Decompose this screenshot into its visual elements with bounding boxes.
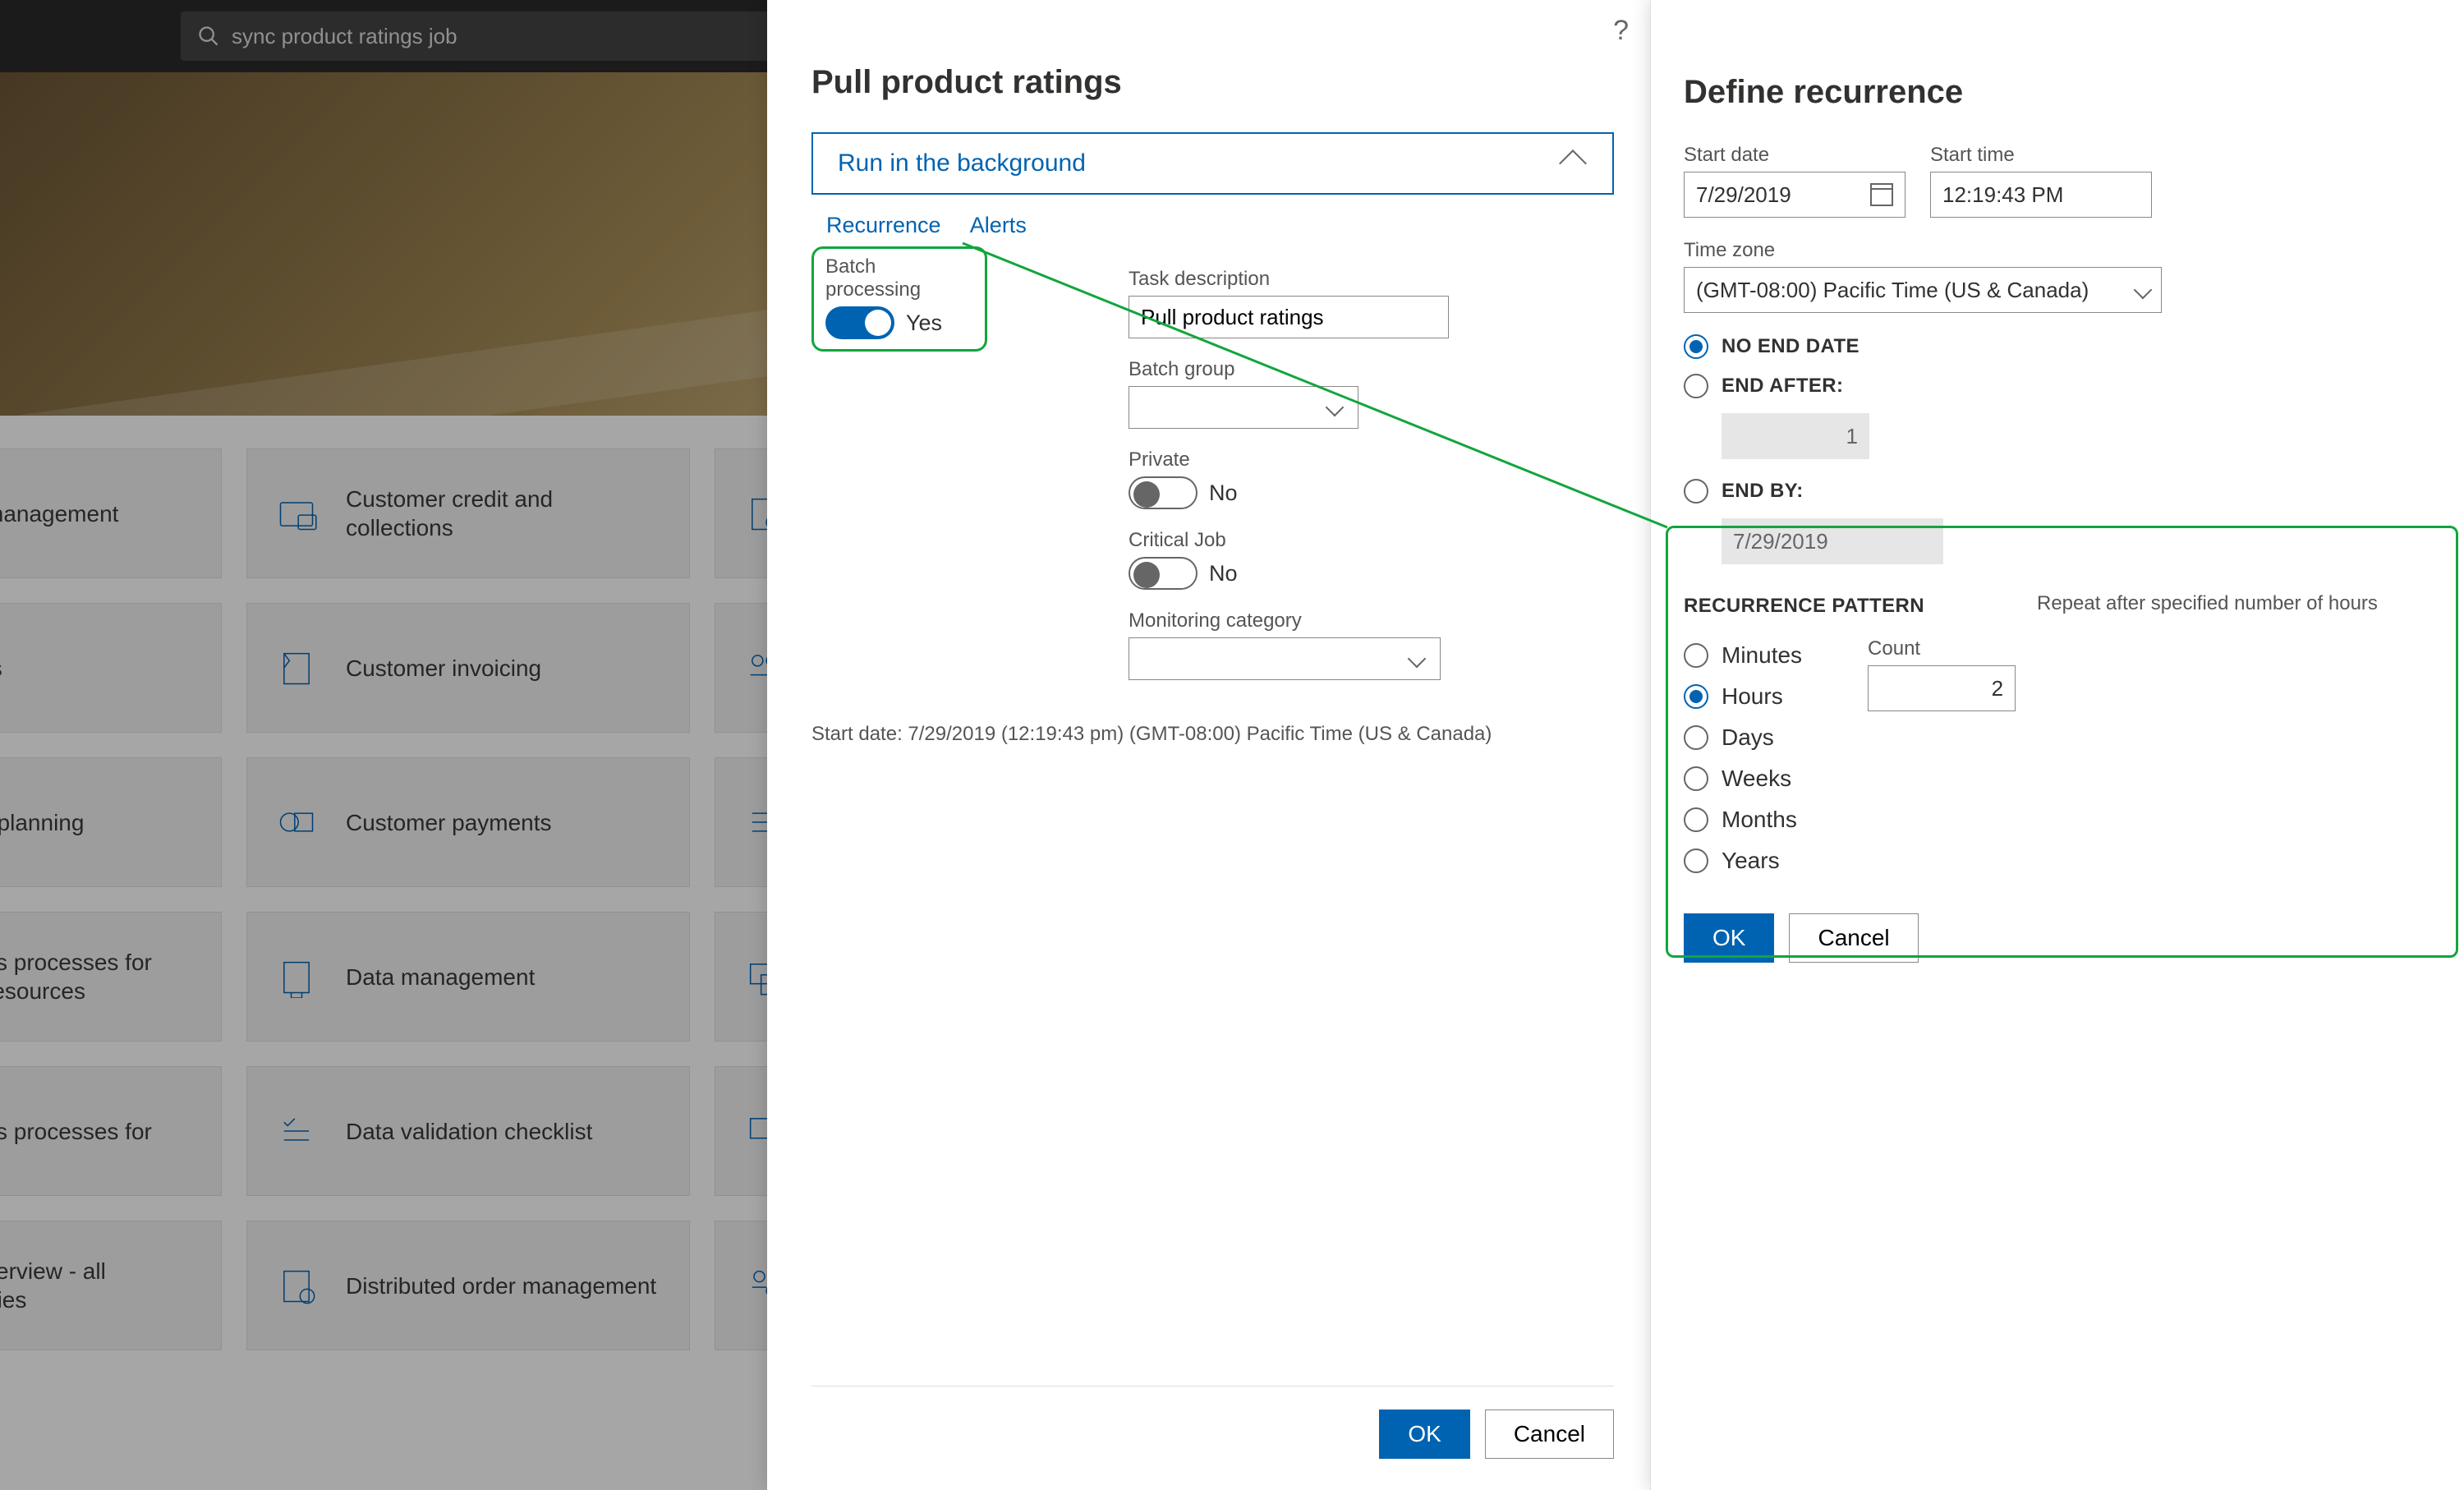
end-by-date: 7/29/2019: [1722, 518, 1943, 564]
start-date-info: Start date: 7/29/2019 (12:19:43 pm) (GMT…: [811, 723, 1492, 746]
radio-unit-weeks[interactable]: [1684, 766, 1708, 791]
batch-group-label: Batch group: [1129, 358, 1605, 381]
expander-label: Run in the background: [838, 149, 1086, 177]
link-alerts[interactable]: Alerts: [970, 213, 1027, 237]
toggle-critical-value: No: [1209, 561, 1238, 586]
radio-unit-minutes[interactable]: [1684, 643, 1708, 668]
unit-label: Weeks: [1722, 766, 1791, 792]
cancel-button[interactable]: Cancel: [1789, 913, 1918, 963]
task-description-input[interactable]: [1129, 296, 1449, 338]
toggle-private-value: No: [1209, 481, 1238, 506]
tab-links: Recurrence Alerts: [826, 213, 1614, 238]
unit-label: Minutes: [1722, 642, 1802, 669]
toggle-private[interactable]: [1129, 476, 1198, 509]
timezone-label: Time zone: [1684, 239, 2431, 262]
monitoring-category-label: Monitoring category: [1129, 609, 1605, 632]
link-recurrence[interactable]: Recurrence: [826, 213, 941, 237]
recurrence-unit-weeks[interactable]: Weeks: [1684, 766, 1802, 792]
unit-label: Years: [1722, 848, 1780, 874]
recurrence-unit-years[interactable]: Years: [1684, 848, 1802, 874]
private-label: Private: [1129, 448, 1605, 471]
end-after-option[interactable]: END AFTER:: [1684, 374, 2431, 398]
chevron-down-icon: [1408, 650, 1427, 669]
start-time-value: 12:19:43 PM: [1942, 182, 2063, 208]
recurrence-unit-months[interactable]: Months: [1684, 807, 1802, 833]
radio-end-by[interactable]: [1684, 479, 1708, 504]
start-time-input[interactable]: 12:19:43 PM: [1930, 172, 2152, 218]
batch-processing-label: Batch processing: [825, 255, 973, 301]
radio-end-after[interactable]: [1684, 374, 1708, 398]
unit-label: Days: [1722, 724, 1774, 751]
recurrence-hint: Repeat after specified number of hours: [2037, 592, 2378, 615]
end-none-option[interactable]: NO END DATE: [1684, 334, 2431, 359]
background-form: Task description Batch group Private No …: [1129, 268, 1605, 700]
recurrence-unit-days[interactable]: Days: [1684, 724, 1802, 751]
panel-title: Define recurrence: [1684, 74, 2431, 111]
recurrence-unit-minutes[interactable]: Minutes: [1684, 642, 1802, 669]
start-date-label: Start date: [1684, 144, 1905, 167]
calendar-icon: [1870, 183, 1893, 206]
ok-button[interactable]: OK: [1684, 913, 1774, 963]
radio-unit-years[interactable]: [1684, 848, 1708, 873]
count-input[interactable]: 2: [1868, 665, 2016, 711]
unit-label: Hours: [1722, 683, 1783, 710]
panel-pull-product-ratings: ? Pull product ratings Run in the backgr…: [767, 0, 1650, 1490]
panel-footer: OK Cancel: [811, 1386, 1614, 1459]
highlight-batch-processing: Batch processing Yes: [811, 246, 987, 352]
timezone-select[interactable]: (GMT-08:00) Pacific Time (US & Canada): [1684, 267, 2162, 313]
chevron-down-icon: [2134, 281, 2153, 300]
batch-group-select[interactable]: [1129, 386, 1358, 429]
radio-unit-hours[interactable]: [1684, 684, 1708, 709]
ok-button[interactable]: OK: [1379, 1410, 1469, 1459]
task-description-label: Task description: [1129, 268, 1605, 291]
start-time-label: Start time: [1930, 144, 2152, 167]
monitoring-category-select[interactable]: [1129, 637, 1441, 680]
chevron-down-icon: [1326, 398, 1345, 417]
radio-unit-days[interactable]: [1684, 725, 1708, 750]
unit-label: Months: [1722, 807, 1797, 833]
toggle-critical[interactable]: [1129, 557, 1198, 590]
recurrence-unit-list: Minutes Hours Days Weeks Months Years: [1684, 637, 1802, 889]
start-date-value: 7/29/2019: [1696, 182, 1791, 208]
toggle-batch-value: Yes: [906, 310, 942, 336]
timezone-value: (GMT-08:00) Pacific Time (US & Canada): [1696, 278, 2089, 303]
expander-run-in-background[interactable]: Run in the background: [811, 132, 1614, 195]
critical-label: Critical Job: [1129, 529, 1605, 552]
radio-no-end-date[interactable]: [1684, 334, 1708, 359]
chevron-up-icon: [1559, 149, 1587, 177]
end-by-option[interactable]: END BY:: [1684, 479, 2431, 504]
panel-title: Pull product ratings: [811, 64, 1614, 101]
recurrence-pattern-title: RECURRENCE PATTERN: [1684, 595, 1924, 617]
count-label: Count: [1868, 637, 2016, 660]
recurrence-unit-hours[interactable]: Hours: [1684, 683, 1802, 710]
end-after-count: 1: [1722, 413, 1869, 459]
help-icon[interactable]: ?: [1613, 15, 1629, 47]
start-date-input[interactable]: 7/29/2019: [1684, 172, 1905, 218]
panel-define-recurrence: Define recurrence Start date 7/29/2019 S…: [1650, 0, 2464, 1490]
cancel-button[interactable]: Cancel: [1485, 1410, 1614, 1459]
radio-unit-months[interactable]: [1684, 807, 1708, 832]
toggle-batch-processing[interactable]: [825, 306, 894, 339]
